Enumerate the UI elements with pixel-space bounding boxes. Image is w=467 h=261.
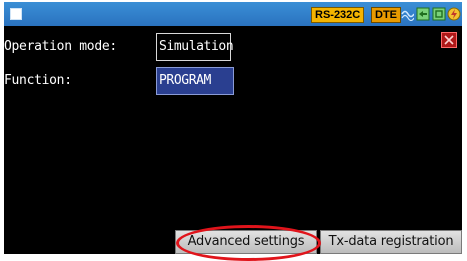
power-icon xyxy=(447,7,461,21)
operation-mode-label: Operation mode: xyxy=(4,39,117,54)
tx-data-registration-button[interactable]: Tx-data registration xyxy=(320,230,462,254)
sd-card-icon xyxy=(416,7,430,21)
function-field[interactable]: PROGRAM xyxy=(156,67,234,95)
memory-icon xyxy=(432,7,446,21)
role-badge: DTE xyxy=(371,7,401,23)
status-bar: RS-232C DTE xyxy=(4,2,462,26)
advanced-settings-button[interactable]: Advanced settings xyxy=(175,230,317,254)
operation-mode-field[interactable]: Simulation xyxy=(156,33,234,61)
close-x-icon[interactable] xyxy=(441,32,457,48)
device-screen: RS-232C DTE Operation mode: Simulation F… xyxy=(4,2,462,254)
square-menu-icon[interactable] xyxy=(10,8,22,20)
signal-waves-icon xyxy=(400,7,414,21)
function-label: Function: xyxy=(4,73,72,88)
interface-badge: RS-232C xyxy=(311,7,365,23)
